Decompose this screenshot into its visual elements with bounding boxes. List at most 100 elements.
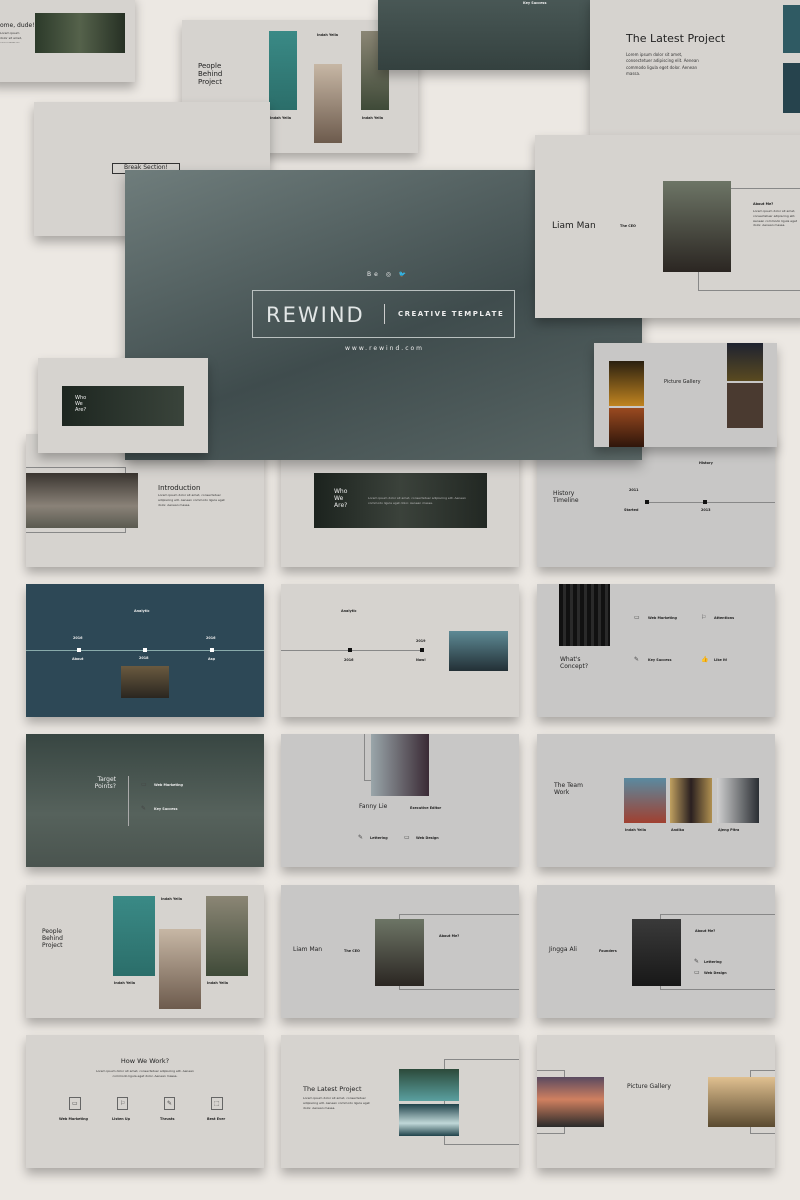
liam-role: The CEO (620, 224, 636, 228)
slide-gallery: Picture Gallery (537, 1035, 775, 1168)
frame (26, 467, 126, 533)
name: Indah Yella (270, 116, 292, 120)
slide-welcome: ome, dude! Lorem ipsum dolor sit amet, c… (0, 0, 135, 82)
target-title: Target Points? (94, 776, 116, 790)
photo-woman-teal (269, 31, 297, 110)
liam-photo (375, 919, 424, 986)
about-label: About Me? (695, 929, 716, 933)
label: About (72, 657, 84, 661)
photo-fire (609, 361, 644, 406)
target-item: Key Success (154, 807, 178, 811)
slide-analytic-dark: Analytic 2016 2018 2016 About Asp (26, 584, 264, 717)
latest-title: The Latest Project (626, 32, 726, 45)
label: Now! (416, 658, 426, 662)
year: 2018 (139, 656, 149, 660)
team-photo (717, 778, 759, 823)
monitor-icon: ▭ (404, 834, 410, 841)
megaphone-icon: ⚐ (117, 1097, 129, 1110)
timeline-dot (77, 648, 81, 652)
sunset-photo (537, 1077, 604, 1127)
name: Indah Yella (317, 33, 339, 37)
body-text: Lorem ipsum dolor sit amet, consectetuer… (158, 493, 225, 507)
photo-person (727, 383, 763, 428)
concept-item: Attentions (714, 616, 735, 620)
skill: Lettering (370, 836, 388, 840)
skill: Lettering (704, 960, 722, 964)
team-title: The Team Work (554, 782, 583, 796)
latest-title: The Latest Project (303, 1085, 362, 1093)
team-name: Andika (671, 828, 685, 832)
photo-man (206, 896, 248, 976)
about-label: About Me? (753, 202, 774, 206)
how-item: Thrusts (160, 1117, 175, 1121)
liam-name: Liam Man (552, 221, 596, 231)
people-title: People Behind Project (198, 62, 223, 87)
slide-liam-top: Liam Man The CEO About Me? Lorem ipsum d… (535, 135, 800, 318)
thumbs-up-icon: 👍 (701, 656, 709, 663)
how-item: Listen Up (112, 1117, 131, 1121)
slide-how: How We Work? Lorem ipsum dolor sit amet,… (26, 1035, 264, 1168)
timeline-dot (703, 500, 707, 504)
timeline-dot (348, 648, 352, 652)
behance-icon[interactable]: Be (367, 271, 381, 278)
website-url[interactable]: www.rewind.com (345, 345, 424, 353)
how-item: Web Marketing (59, 1117, 88, 1121)
timeline-dot (143, 648, 147, 652)
twitter-icon[interactable]: 🐦 (399, 271, 409, 278)
name: Indah Yella (362, 116, 384, 120)
year: 2016 (206, 636, 216, 640)
intro-title: Introduction (158, 484, 201, 492)
who-title: Who We Are? (75, 395, 87, 413)
car-window-photo (449, 631, 508, 671)
team-name: Indah Yella (625, 828, 647, 832)
slide-latest: The Latest Project Lorem ipsum dolor sit… (281, 1035, 519, 1168)
body-text: Lorem ipsum dolor sit amet, consectetuer… (368, 496, 466, 505)
key-success-label: Key Success (523, 1, 547, 5)
fanny-photo (371, 734, 429, 796)
label: Analytic (341, 609, 357, 613)
slide-who-top: Who We Are? (38, 358, 208, 453)
concept-item: Web Marketing (648, 616, 677, 620)
building-photo (559, 584, 610, 646)
how-item: Best Ever (207, 1117, 226, 1121)
street-photo (121, 666, 169, 698)
slide-people: People Behind Project Indah Yella Indah … (26, 885, 264, 1018)
body-text: Lorem ipsum dolor sit amet, consectetuer… (303, 1096, 370, 1110)
who-title: Who We Are? (334, 488, 348, 509)
monitor-icon: ▭ (694, 969, 700, 976)
history-title: History Timeline (553, 490, 579, 504)
photo-night (727, 343, 763, 381)
instagram-icon[interactable]: ◎ (386, 271, 394, 278)
skill: Web Design (416, 836, 439, 840)
slide-liam: Liam Man The CEO About Me? (281, 885, 519, 1018)
liam-photo (663, 181, 731, 272)
divider (128, 776, 129, 826)
pen-icon: ✎ (694, 958, 700, 965)
slide-fanny: Fanny Lie Executive Editor ✎ Lettering ▭… (281, 734, 519, 867)
forest-photo (35, 13, 125, 53)
timeline-dot (645, 500, 649, 504)
body-text: Lorem ipsum dolor sit amet, consectetuer… (0, 31, 22, 43)
slide-latest-top: The Latest Project Lorem ipsum dolor sit… (590, 0, 800, 135)
water-photo (783, 5, 800, 53)
monitor-icon: ▭ (69, 1097, 81, 1110)
year: 2011 (629, 488, 639, 492)
fanny-role: Executive Editor (410, 806, 442, 810)
year: 2013 (701, 508, 711, 512)
monitor-icon: ▭ (634, 614, 640, 621)
jingga-role: Founders (599, 949, 617, 953)
year: 2016 (344, 658, 354, 662)
jingga-photo (632, 919, 681, 986)
year: 2019 (416, 639, 426, 643)
team-photo (670, 778, 712, 823)
wave-photo (783, 63, 800, 113)
thumbs-up-icon: ⬚ (211, 1097, 223, 1110)
man-rock-photo (26, 473, 138, 528)
how-title: How We Work? (120, 1057, 170, 1065)
label: Started (624, 508, 639, 512)
name: Indah Yella (161, 897, 183, 901)
timeline-dot (210, 648, 214, 652)
wave-photo (399, 1104, 459, 1136)
liam-name: Liam Man (293, 946, 323, 953)
name: Indah Yella (207, 981, 229, 985)
